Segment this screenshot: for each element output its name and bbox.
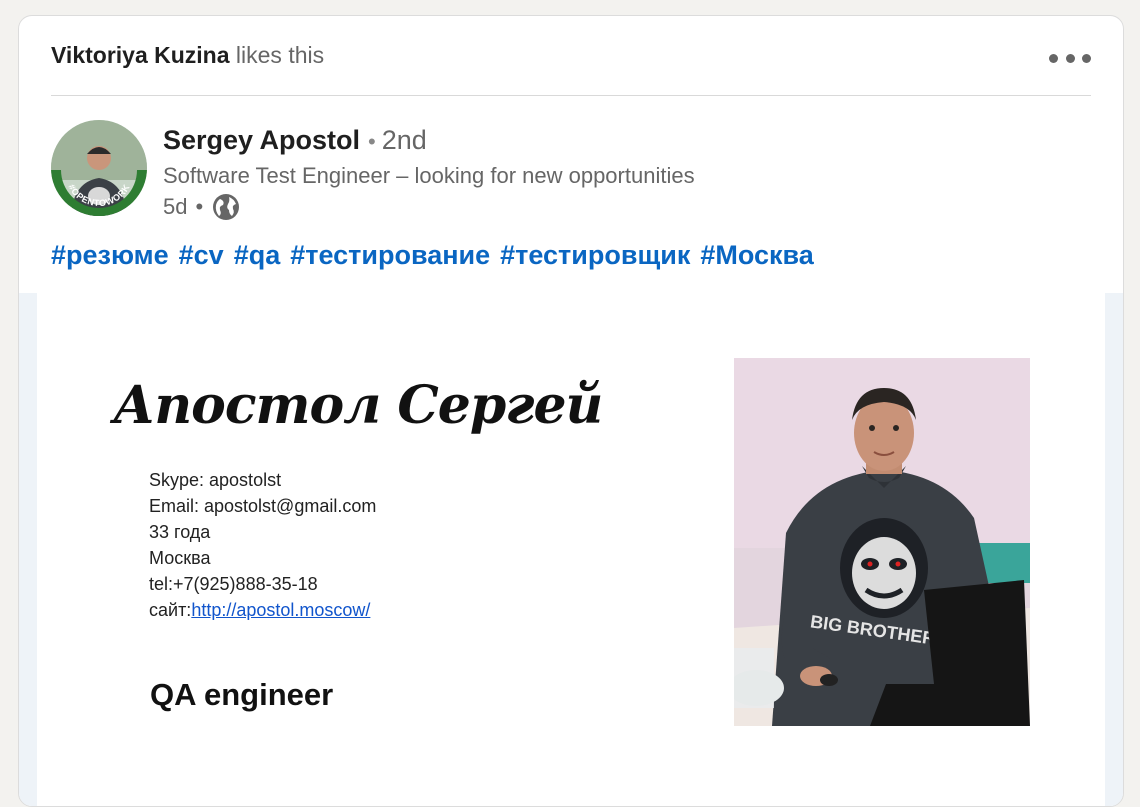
social-action: likes this (235, 42, 325, 68)
bullet-separator: • (368, 129, 376, 154)
dot (1065, 53, 1075, 63)
resume-site: сайт:http://apostol.moscow/ (149, 597, 376, 623)
resume-photo: BIG BROTHER (734, 358, 1030, 726)
author-avatar[interactable]: #OPENTOWORK (51, 120, 147, 216)
resume-site-link[interactable]: http://apostol.moscow/ (191, 600, 370, 620)
post-time: 5d (163, 194, 188, 219)
more-options-icon[interactable] (1049, 46, 1091, 70)
dot (1049, 53, 1058, 63)
hashtag-link[interactable]: #резюме (51, 240, 169, 270)
resume-email: Email: apostolst@gmail.com (149, 496, 377, 516)
post-media[interactable]: Апостол Сергей Skype: apostolst Email: a… (19, 293, 1123, 806)
globe-icon (211, 192, 241, 222)
divider (51, 95, 1091, 96)
bullet-separator: • (195, 194, 204, 219)
hashtag-link[interactable]: #тестирование (290, 240, 490, 270)
resume-role: QA engineer (150, 677, 334, 712)
resume-city: Москва (149, 548, 211, 568)
resume-age: 33 года (149, 522, 211, 542)
resume-site-label: сайт: (149, 600, 192, 620)
connection-degree: 2nd (381, 125, 427, 155)
dot (1082, 53, 1091, 63)
social-context: Viktoriya Kuzina likes this (51, 42, 324, 69)
post-meta: 5d • (163, 192, 695, 222)
resume-name: Апостол Сергей (113, 375, 603, 436)
hashtag-link[interactable]: #Москва (700, 240, 813, 270)
resume-contacts: Skype: apostolst Email: apostolst@gmail.… (149, 467, 376, 623)
resume-phone: tel:+7(925)888-35-18 (149, 574, 318, 594)
hashtag-link[interactable]: #cv (179, 240, 224, 270)
resume-image: Апостол Сергей Skype: apostolst Email: a… (37, 293, 1105, 806)
author-info: Sergey Apostol • 2nd Software Test Enginee… (163, 124, 695, 222)
feed-post-card: Viktoriya Kuzina likes this #OPENTOWORK … (18, 15, 1124, 807)
hashtag-link[interactable]: #qa (234, 240, 281, 270)
resume-skype: Skype: apostolst (149, 470, 282, 490)
post-hashtags: #резюме #cv #qa #тестирование #тестировщик #М… (51, 240, 824, 271)
social-actor-name[interactable]: Viktoriya Kuzina (51, 42, 230, 68)
author-name[interactable]: Sergey Apostol (163, 125, 360, 155)
avatar-photo: #OPENTOWORK (51, 120, 147, 216)
author-headline: Software Test Engineer – looking for new… (163, 163, 695, 188)
hashtag-link[interactable]: #тестировщик (500, 240, 690, 270)
